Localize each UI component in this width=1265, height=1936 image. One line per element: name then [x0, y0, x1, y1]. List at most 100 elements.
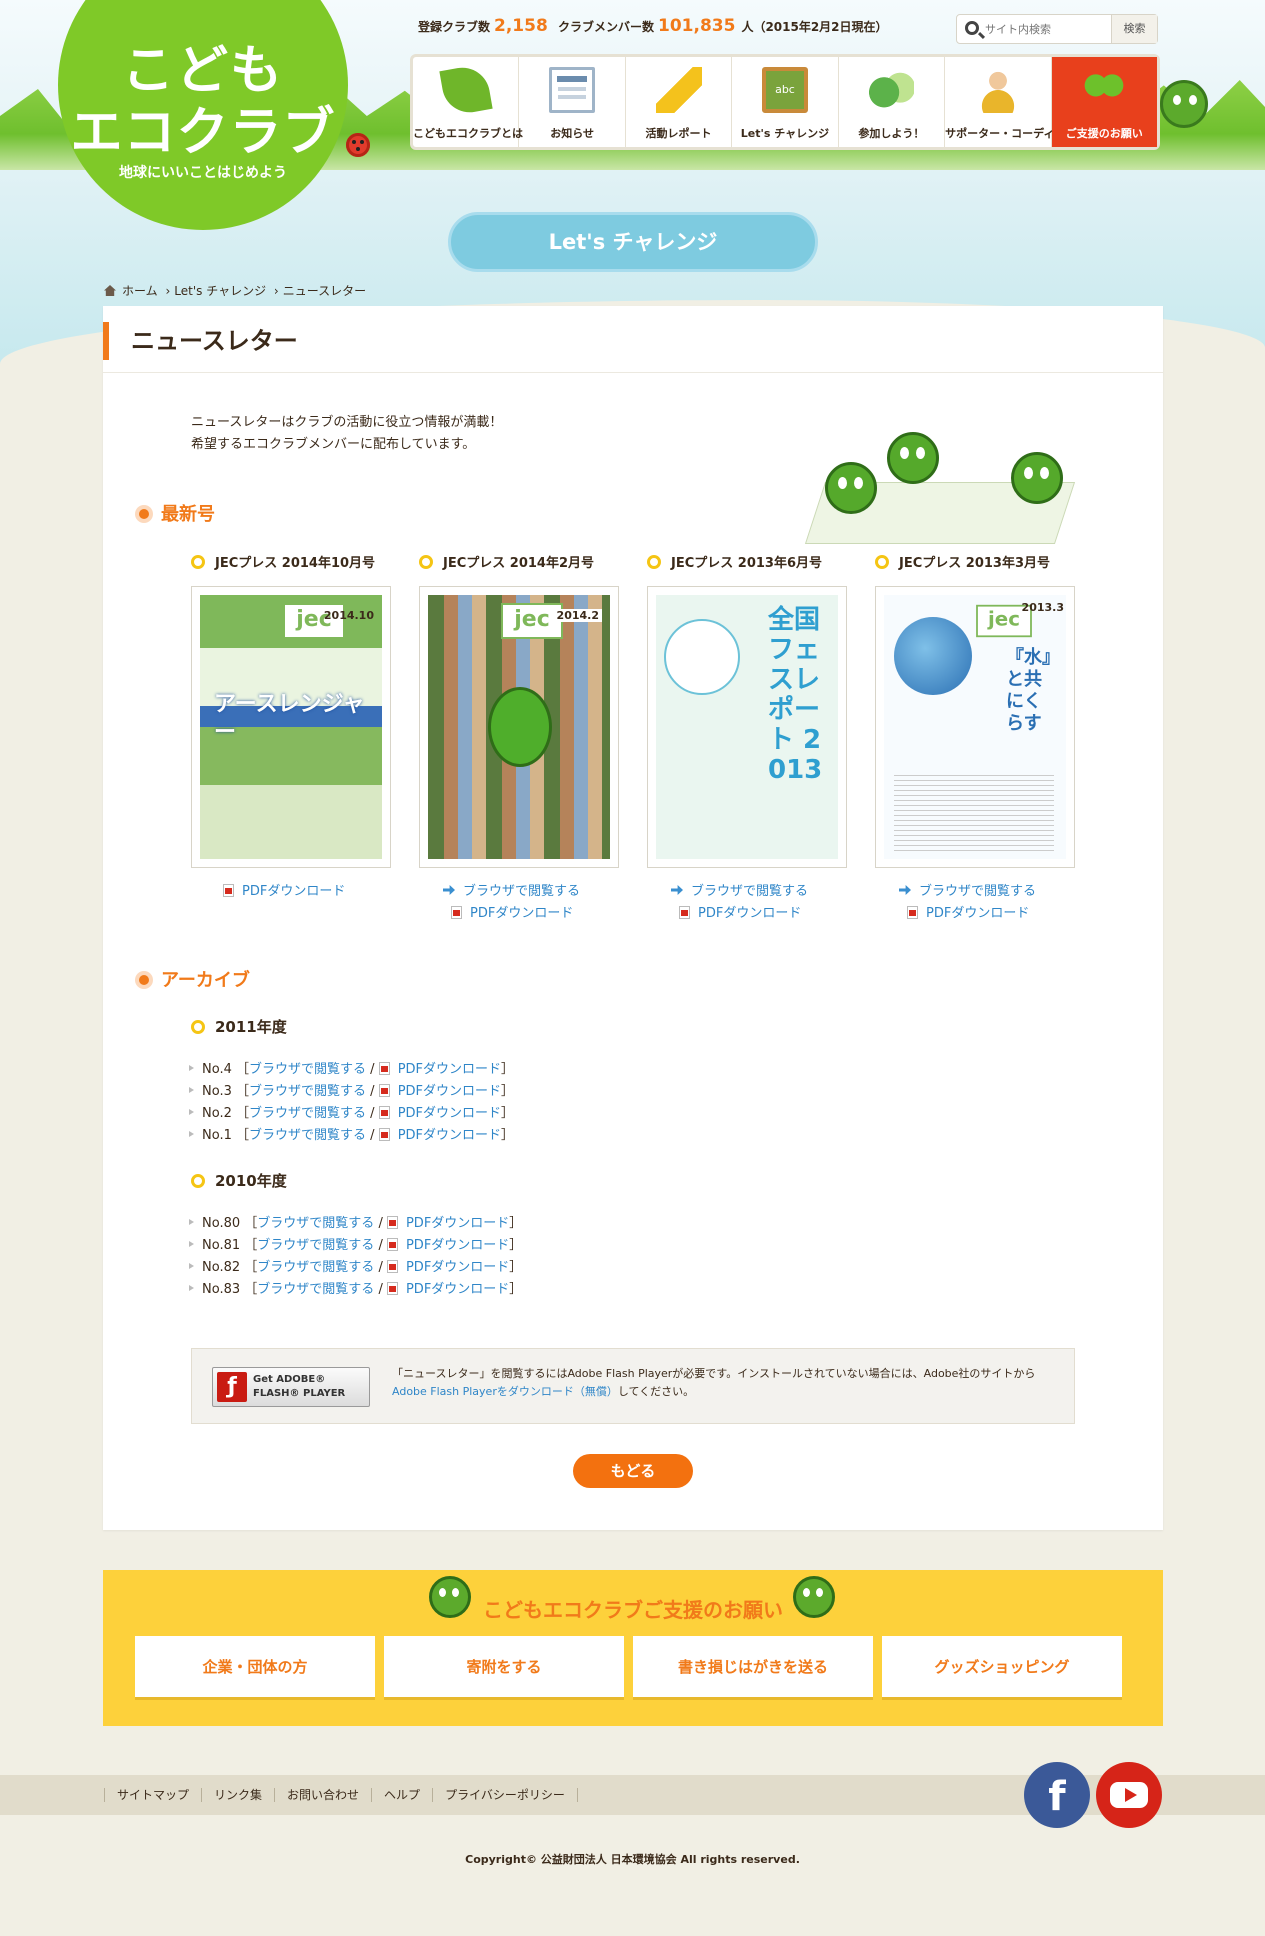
archive-pdf-link[interactable]: PDFダウンロード [398, 1106, 501, 1121]
list-bullet-icon [189, 1065, 194, 1071]
search-button[interactable]: 検索 [1111, 15, 1157, 43]
facebook-icon[interactable]: f [1024, 1762, 1090, 1828]
archive-pdf-link[interactable]: PDFダウンロード [398, 1084, 501, 1099]
home-icon [104, 285, 116, 296]
browse-link[interactable]: ブラウザで閲覧する [671, 880, 808, 899]
footer-link-links[interactable]: リンク集 [201, 1788, 275, 1802]
issue-cover[interactable]: 全国フェスレポート 2013 [647, 586, 847, 868]
breadcrumb-separator: › [165, 284, 171, 298]
pdf-download-text[interactable]: PDFダウンロード [242, 884, 345, 899]
section-banner: Let's チャレンジ [448, 212, 818, 272]
browse-link[interactable]: ブラウザで閲覧する [443, 880, 580, 899]
archive-issue-number: No.83 [202, 1282, 241, 1297]
footer-link-help[interactable]: ヘルプ [371, 1788, 433, 1802]
browse-link[interactable]: ブラウザで閲覧する [899, 880, 1036, 899]
flash-notice: ƒ Get ADOBE® FLASH® PLAYER 「ニュースレター」を閲覧す… [191, 1348, 1075, 1424]
bracket: ［ [236, 1106, 250, 1121]
archive-browse-link[interactable]: ブラウザで閲覧する [257, 1260, 374, 1275]
issue-title: JECプレス 2013年3月号 [875, 552, 1050, 571]
mascot-icon [825, 462, 877, 514]
pdf-icon [907, 906, 918, 919]
issue-cover[interactable]: jec 2014.2 [419, 586, 619, 868]
nav-label: サポーター・コーディネーター [945, 127, 1099, 140]
support-goods-button[interactable]: グッズショッピング [882, 1636, 1122, 1700]
browse-link-text[interactable]: ブラウザで閲覧する [691, 884, 808, 899]
bracket: ［ [244, 1282, 258, 1297]
footer-link-contact[interactable]: お問い合わせ [274, 1788, 372, 1802]
archive-pdf-link[interactable]: PDFダウンロード [406, 1238, 509, 1253]
nav-item-donate[interactable]: ご支援のお願い [1051, 57, 1157, 147]
nav-item-about[interactable]: こどもエコクラブとは [413, 57, 523, 147]
archive-row: No.3 ［ブラウザで閲覧する / PDFダウンロード］ [189, 1080, 514, 1099]
archive-row: No.80 ［ブラウザで閲覧する / PDFダウンロード］ [189, 1212, 522, 1231]
breadcrumb: ホーム › Let's チャレンジ › ニュースレター [104, 282, 366, 299]
breadcrumb-home[interactable]: ホーム [122, 284, 158, 298]
page-title: ニュースレター [103, 322, 298, 360]
nav-item-challenge[interactable]: Let's チャレンジ [732, 57, 839, 147]
nav-item-join[interactable]: 参加しよう！ [839, 57, 946, 147]
footer-link-sitemap[interactable]: サイトマップ [104, 1788, 202, 1802]
flash-notice-text: 「ニュースレター」を閲覧するにはAdobe Flash Playerが必要です。… [392, 1365, 1052, 1401]
issue-cover[interactable]: jec 2013.3 『水』と共にくらす [875, 586, 1075, 868]
pdf-download-link[interactable]: PDFダウンロード [223, 880, 345, 899]
archive-row: No.82 ［ブラウザで閲覧する / PDFダウンロード］ [189, 1256, 522, 1275]
archive-browse-link[interactable]: ブラウザで閲覧する [257, 1282, 374, 1297]
blackboard-icon [761, 67, 808, 113]
archive-browse-link[interactable]: ブラウザで閲覧する [257, 1238, 374, 1253]
archive-pdf-link[interactable]: PDFダウンロード [406, 1216, 509, 1231]
archive-pdf-link[interactable]: PDFダウンロード [398, 1128, 501, 1143]
archive-issue-number: No.2 [202, 1106, 232, 1121]
issue-title: JECプレス 2014年2月号 [419, 552, 594, 571]
archive-year-text: 2010年度 [215, 1172, 287, 1190]
archive-issue-number: No.1 [202, 1128, 232, 1143]
pdf-download-text[interactable]: PDFダウンロード [926, 906, 1029, 921]
search-input[interactable] [985, 19, 1110, 39]
browse-link-text[interactable]: ブラウザで閲覧する [919, 884, 1036, 899]
pdf-download-link[interactable]: PDFダウンロード [907, 902, 1029, 921]
archive-row: No.81 ［ブラウザで閲覧する / PDFダウンロード］ [189, 1234, 522, 1253]
intro-line: ニュースレターはクラブの活動に役立つ情報が満載！ [191, 415, 503, 430]
nav-item-news[interactable]: お知らせ [519, 57, 626, 147]
pdf-download-link[interactable]: PDFダウンロード [679, 902, 801, 921]
issue-title-text: JECプレス 2014年2月号 [443, 556, 595, 571]
support-donate-button[interactable]: 寄附をする [384, 1636, 624, 1700]
page: こども エコクラブ 地球にいいことはじめよう 登録クラブ数 2,158 クラブメン… [0, 0, 1265, 1936]
issue-title-text: JECプレス 2013年3月号 [899, 556, 1051, 571]
back-button[interactable]: もどる [573, 1454, 693, 1488]
list-bullet-icon [189, 1241, 194, 1247]
footer-link-privacy[interactable]: プライバシーポリシー [432, 1788, 578, 1802]
nav-item-reports[interactable]: 活動レポート [626, 57, 733, 147]
get-flash-player-button[interactable]: ƒ Get ADOBE® FLASH® PLAYER [212, 1367, 370, 1407]
archive-browse-link[interactable]: ブラウザで閲覧する [249, 1084, 366, 1099]
breadcrumb-challenge[interactable]: Let's チャレンジ [174, 284, 266, 298]
archive-browse-link[interactable]: ブラウザで閲覧する [249, 1128, 366, 1143]
flash-download-link[interactable]: Adobe Flash Playerをダウンロード（無償） [392, 1385, 618, 1398]
archive-browse-link[interactable]: ブラウザで閲覧する [257, 1216, 374, 1231]
archive-pdf-link[interactable]: PDFダウンロード [398, 1062, 501, 1077]
clubs-label: 登録クラブ数 [418, 20, 491, 34]
archive-browse-link[interactable]: ブラウザで閲覧する [249, 1062, 366, 1077]
flash-text-after: してください。 [617, 1385, 695, 1398]
footer-links: サイトマップ リンク集 お問い合わせ ヘルプ プライバシーポリシー [104, 1786, 578, 1803]
youtube-icon[interactable] [1096, 1762, 1162, 1828]
bullet-icon [191, 555, 205, 569]
search-icon [965, 21, 979, 35]
flash-logo-icon: ƒ [217, 1372, 247, 1402]
issue-cover[interactable]: jec 2014.10 アースレンジャー [191, 586, 391, 868]
nav-item-supporter[interactable]: サポーター・コーディネーター [945, 57, 1099, 147]
pdf-icon [679, 906, 690, 919]
cover-image: jec 2013.3 『水』と共にくらす [884, 595, 1066, 859]
support-corporate-button[interactable]: 企業・団体の方 [135, 1636, 375, 1700]
archive-row: No.1 ［ブラウザで閲覧する / PDFダウンロード］ [189, 1124, 514, 1143]
browse-link-text[interactable]: ブラウザで閲覧する [463, 884, 580, 899]
pdf-download-text[interactable]: PDFダウンロード [698, 906, 801, 921]
archive-pdf-link[interactable]: PDFダウンロード [406, 1260, 509, 1275]
cover-image: jec 2014.10 アースレンジャー [200, 595, 382, 859]
archive-pdf-link[interactable]: PDFダウンロード [406, 1282, 509, 1297]
pdf-download-link[interactable]: PDFダウンロード [451, 902, 573, 921]
pdf-download-text[interactable]: PDFダウンロード [470, 906, 573, 921]
clubs-count: 2,158 [494, 16, 548, 36]
bracket: ［ [244, 1238, 258, 1253]
support-postcard-button[interactable]: 書き損じはがきを送る [633, 1636, 873, 1700]
archive-browse-link[interactable]: ブラウザで閲覧する [249, 1106, 366, 1121]
